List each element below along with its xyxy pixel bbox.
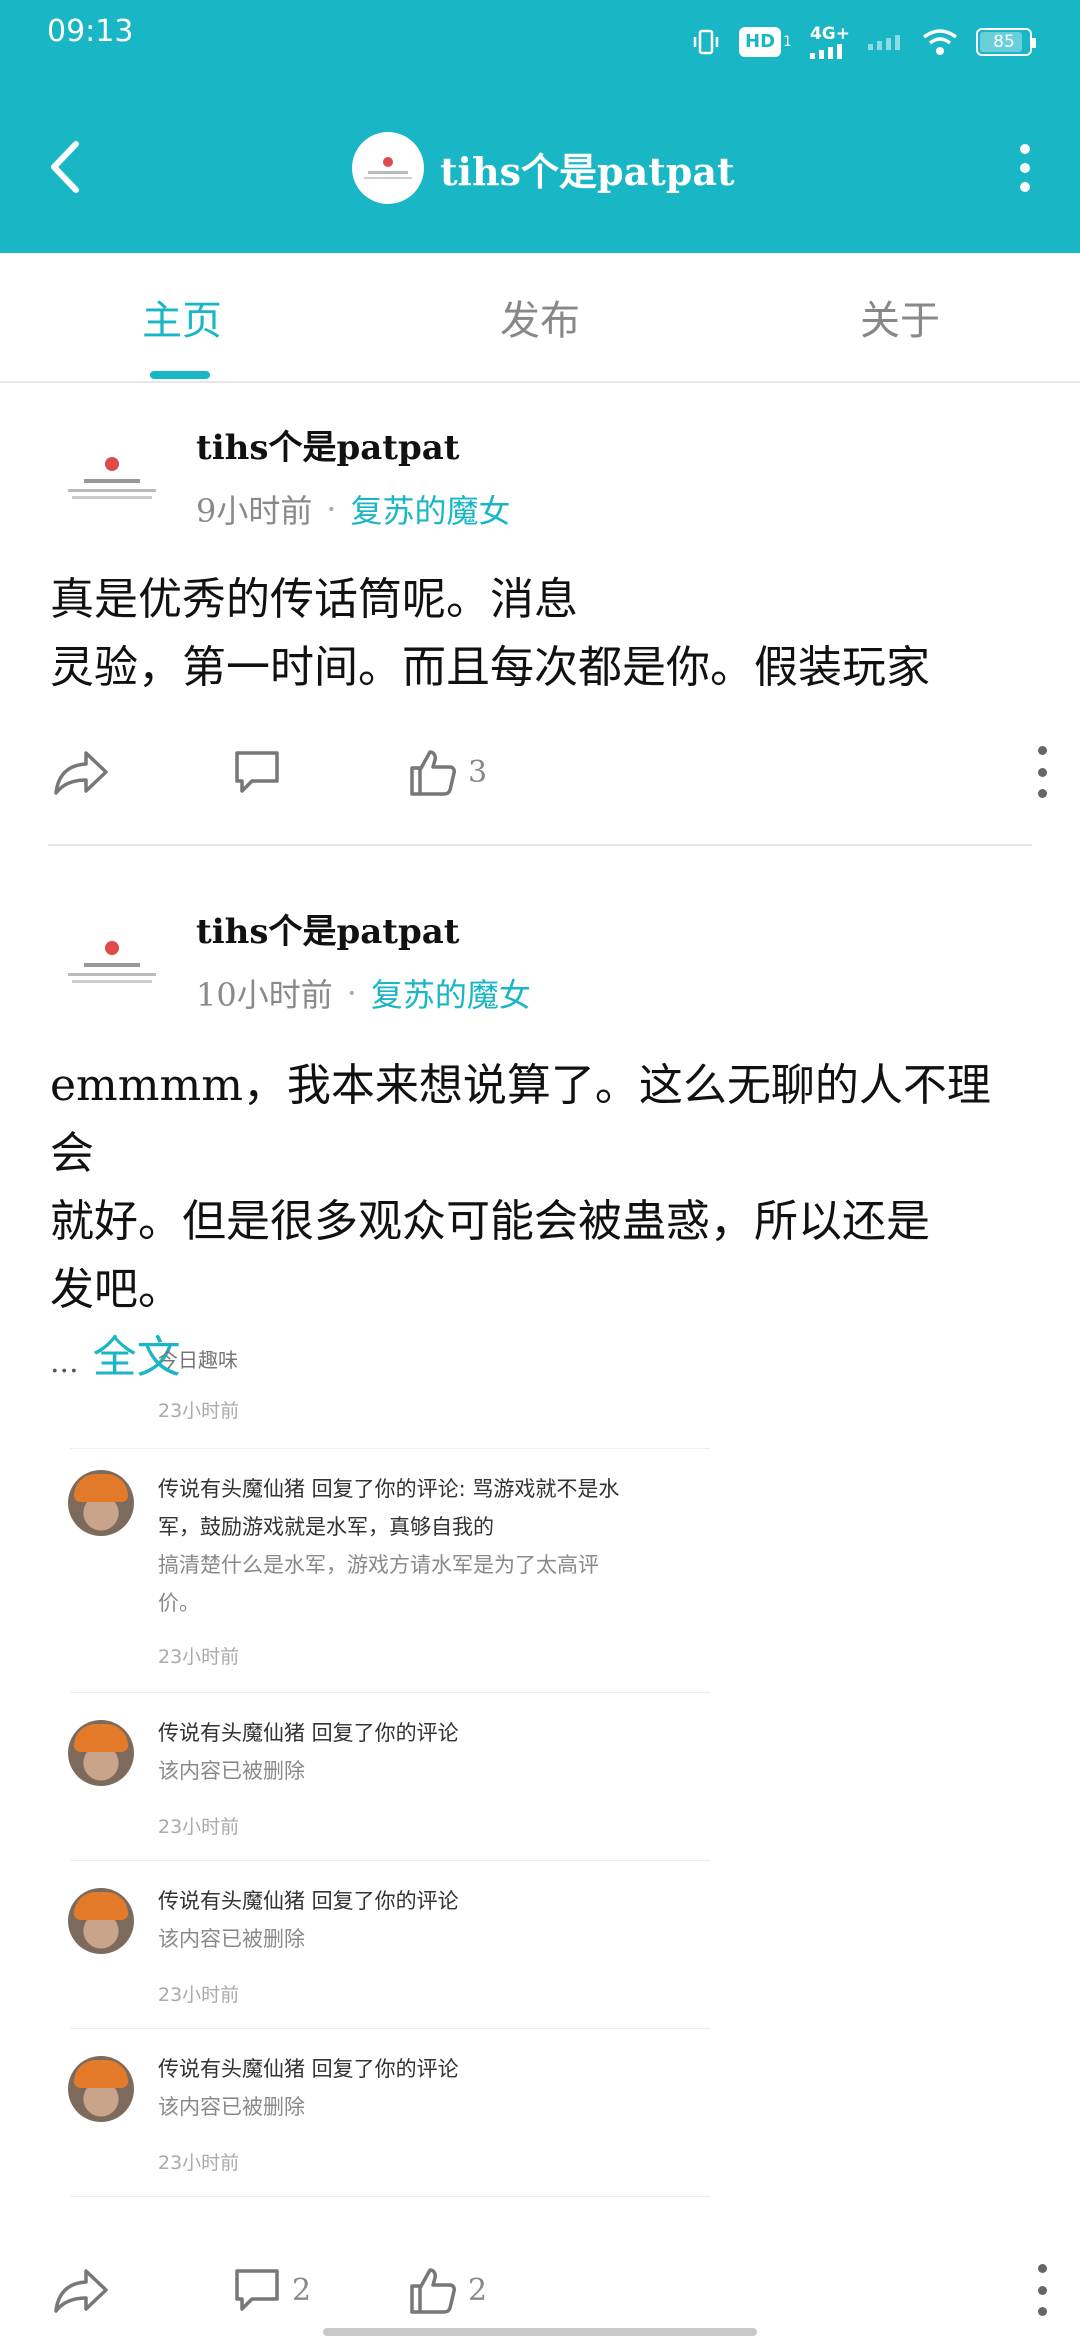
top-bar: 09:13 HD 1 4G+ 85 tihs个是patpat [0,0,1080,253]
thumbs-up-icon [410,750,456,796]
embed-item-title: 传说有头魔仙猪 回复了你的评论 [158,1721,459,1745]
post-time: 9小时前 [196,492,313,530]
ellipsis: ... [50,1345,79,1380]
embed-item-sub: 搞清楚什么是水军，游戏方请水军是为了太高评 价。 [158,1553,599,1615]
circle-link[interactable]: 复苏的魔女 [371,970,531,1016]
thumbs-up-icon [410,2268,456,2314]
embed-item-title: 传说有头魔仙猪 回复了你的评论: 骂游戏就不是水 军，鼓励游戏就是水军，真够自我… [158,1477,620,1539]
vibrate-icon [691,27,721,57]
post-more-button[interactable] [1032,2264,1052,2316]
like-button[interactable]: 2 [406,2250,487,2330]
comment-button[interactable]: 2 [232,2250,311,2330]
wifi-icon [922,27,958,57]
embed-item-sub: 该内容已被删除 [158,1927,305,1951]
embed-item-time: 23小时前 [158,1816,240,1838]
tab-posts[interactable]: 发布 [440,253,640,381]
embed-text: 今日趣味 [158,1348,238,1372]
hd-badge: HD 1 [739,27,792,57]
app-screen: 09:13 HD 1 4G+ 85 tihs个是patpat 主页 发布 关于 … [0,0,1080,2340]
like-button[interactable]: 3 [406,732,487,812]
share-button[interactable] [52,2250,110,2330]
comment-icon [235,751,279,793]
author-avatar[interactable] [56,422,168,534]
tab-about[interactable]: 关于 [800,253,1000,381]
embed-item-time: 23小时前 [158,1646,240,1668]
status-time: 09:13 [47,14,134,49]
circle-link[interactable]: 复苏的魔女 [351,486,511,532]
post-more-button[interactable] [1032,746,1052,798]
post-time: 10小时前 [196,976,333,1014]
tab-home[interactable]: 主页 [82,253,282,381]
post-actions: 2 2 [0,2250,1080,2330]
like-count: 2 [468,2272,488,2308]
meta-separator: · [346,974,357,1012]
post-actions: 3 [0,732,1080,812]
share-icon [54,751,108,795]
share-icon [54,2269,108,2313]
comment-count: 2 [292,2272,312,2308]
signal-weak-icon [868,34,904,50]
post-meta: 9小时前 · 复苏的魔女 [196,486,511,532]
embed-item-title: 传说有头魔仙猪 回复了你的评论 [158,1889,459,1913]
embed-item-time: 23小时前 [158,2152,240,2174]
back-button[interactable] [40,132,90,202]
profile-title: tihs个是patpat [440,148,735,194]
embed-item-sub: 该内容已被删除 [158,2095,305,2119]
embed-time: 23小时前 [158,1400,240,1422]
tab-active-indicator [150,371,210,379]
tab-bar: 主页 发布 关于 [0,253,1080,383]
embed-item-time: 23小时前 [158,1984,240,2006]
embed-item-sub: 该内容已被删除 [158,1759,305,1783]
post-divider [48,844,1032,846]
avatar [68,1470,134,1536]
avatar [68,2056,134,2122]
comment-icon [235,2269,279,2311]
comment-button[interactable] [232,732,292,812]
embed-item-title: 传说有头魔仙猪 回复了你的评论 [158,2057,459,2081]
author-name[interactable]: tihs个是patpat [196,420,460,469]
meta-separator: · [326,490,337,528]
author-name[interactable]: tihs个是patpat [196,904,460,953]
post-meta: 10小时前 · 复苏的魔女 [196,970,531,1016]
status-icons: HD 1 4G+ 85 [691,22,1036,62]
avatar [68,1720,134,1786]
share-button[interactable] [52,732,110,812]
author-avatar[interactable] [56,906,168,1018]
profile-header[interactable]: tihs个是patpat [352,130,735,206]
profile-avatar[interactable] [352,132,424,204]
avatar [68,1888,134,1954]
post-body[interactable]: 真是优秀的传话筒呢。消息 灵验，第一时间。而且每次都是你。假装玩家 [50,566,1030,702]
more-options-button[interactable] [1010,140,1040,196]
chevron-left-icon [51,141,79,193]
home-indicator[interactable] [323,2328,757,2336]
battery-icon: 85 [976,28,1036,56]
signal-icon: 4G+ [809,25,850,59]
